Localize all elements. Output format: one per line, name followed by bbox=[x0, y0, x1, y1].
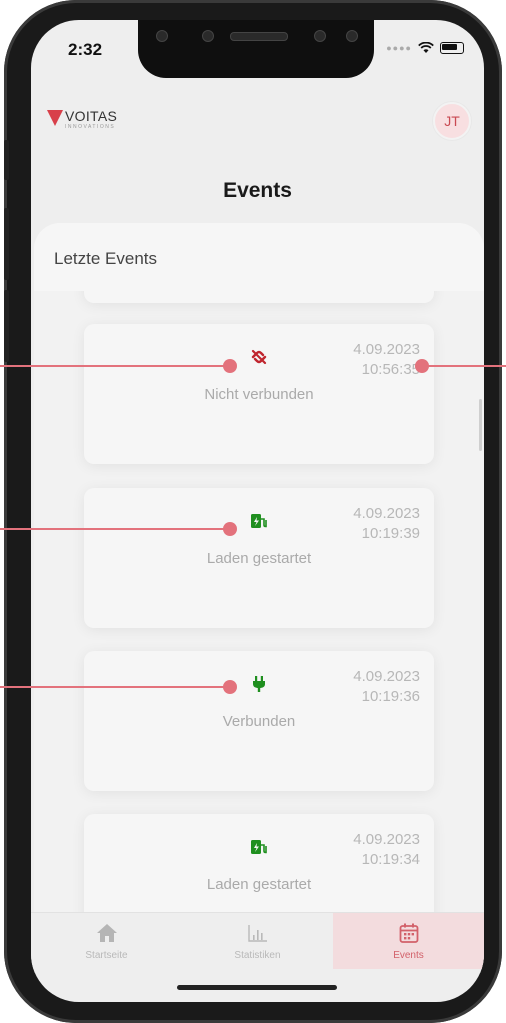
annotation-line bbox=[422, 365, 506, 367]
volume-down-button bbox=[4, 290, 9, 362]
status-time: 2:32 bbox=[68, 40, 103, 59]
battery-icon bbox=[440, 42, 464, 54]
front-camera bbox=[346, 30, 358, 42]
tab-label: Startseite bbox=[85, 950, 128, 961]
annotation-dot bbox=[415, 359, 429, 373]
status-icons: ●●●● bbox=[386, 42, 464, 54]
annotation-line bbox=[0, 528, 230, 530]
user-avatar[interactable]: JT bbox=[433, 102, 471, 140]
event-timestamp: 4.09.2023 10:19:36 bbox=[353, 667, 420, 707]
tab-statistiken[interactable]: Statistiken bbox=[182, 913, 333, 969]
brand-logo[interactable]: VOITAS INNOVATIONS bbox=[47, 108, 117, 130]
wifi-icon bbox=[418, 42, 434, 53]
page-title: Events bbox=[223, 179, 292, 202]
event-timestamp: 4.09.2023 10:19:34 bbox=[353, 830, 420, 870]
mute-switch bbox=[4, 140, 9, 180]
app-screen: 2:32 ●●●● VOITAS INNOVATIONS JT Events L… bbox=[31, 20, 484, 1002]
phone-frame: 2:32 ●●●● VOITAS INNOVATIONS JT Events L… bbox=[4, 0, 502, 1023]
event-card[interactable]: Laden gestartet 4.09.2023 10:19:34 bbox=[84, 814, 434, 923]
home-icon bbox=[96, 924, 117, 942]
events-panel: Letzte Events Nicht verbunden 4.09.2023 … bbox=[34, 223, 484, 923]
tab-startseite[interactable]: Startseite bbox=[31, 913, 182, 969]
tab-events[interactable]: Events bbox=[333, 913, 484, 969]
events-list[interactable]: Nicht verbunden 4.09.2023 10:56:35 Laden… bbox=[34, 291, 484, 923]
event-time: 10:56:35 bbox=[361, 361, 420, 378]
event-card[interactable]: Verbunden 4.09.2023 10:19:36 bbox=[84, 651, 434, 791]
event-time: 10:19:36 bbox=[361, 688, 420, 705]
sensor-dot bbox=[202, 30, 214, 42]
event-timestamp: 4.09.2023 10:56:35 bbox=[353, 340, 420, 380]
event-timestamp: 4.09.2023 10:19:39 bbox=[353, 504, 420, 544]
volume-up-button bbox=[4, 208, 9, 280]
event-date: 4.09.2023 bbox=[353, 505, 420, 522]
list-scrollbar[interactable] bbox=[479, 399, 482, 451]
tab-bar: Startseite Statistiken Events bbox=[31, 912, 484, 973]
event-date: 4.09.2023 bbox=[353, 831, 420, 848]
event-date: 4.09.2023 bbox=[353, 668, 420, 685]
event-card[interactable]: Nicht verbunden 4.09.2023 10:56:35 bbox=[84, 324, 434, 464]
sensor-dot bbox=[314, 30, 326, 42]
annotation-dot bbox=[223, 680, 237, 694]
tab-label: Events bbox=[393, 950, 424, 961]
charging-station-icon bbox=[251, 840, 267, 854]
annotation-line bbox=[0, 365, 230, 367]
annotation-line bbox=[0, 686, 230, 688]
logo-mark-icon bbox=[47, 110, 63, 126]
logo-name: VOITAS bbox=[65, 108, 118, 124]
event-time: 10:19:39 bbox=[361, 525, 420, 542]
disconnected-icon bbox=[251, 349, 267, 365]
event-label: Laden gestartet bbox=[206, 550, 312, 567]
annotation-dot bbox=[223, 359, 237, 373]
home-indicator bbox=[177, 985, 337, 990]
event-time: 10:19:34 bbox=[361, 851, 420, 868]
notch bbox=[138, 20, 374, 78]
speaker-grille bbox=[230, 32, 288, 41]
event-card[interactable]: Laden gestartet 4.09.2023 10:19:39 bbox=[84, 488, 434, 628]
charging-station-icon bbox=[251, 514, 267, 528]
panel-header: Letzte Events bbox=[34, 223, 484, 291]
annotation-dot bbox=[223, 522, 237, 536]
event-label: Verbunden bbox=[222, 713, 296, 730]
bar-chart-icon bbox=[247, 925, 267, 942]
calendar-icon bbox=[399, 923, 418, 943]
event-card-partial[interactable] bbox=[84, 291, 434, 303]
plug-icon bbox=[253, 676, 265, 692]
panel-title: Letzte Events bbox=[54, 249, 158, 268]
sensor-dot bbox=[156, 30, 168, 42]
event-label: Nicht verbunden bbox=[204, 386, 314, 403]
tab-label: Statistiken bbox=[234, 950, 281, 961]
event-label: Laden gestartet bbox=[206, 876, 312, 893]
signal-icon: ●●●● bbox=[386, 43, 412, 53]
logo-subtitle: INNOVATIONS bbox=[65, 124, 116, 130]
event-date: 4.09.2023 bbox=[353, 341, 420, 358]
